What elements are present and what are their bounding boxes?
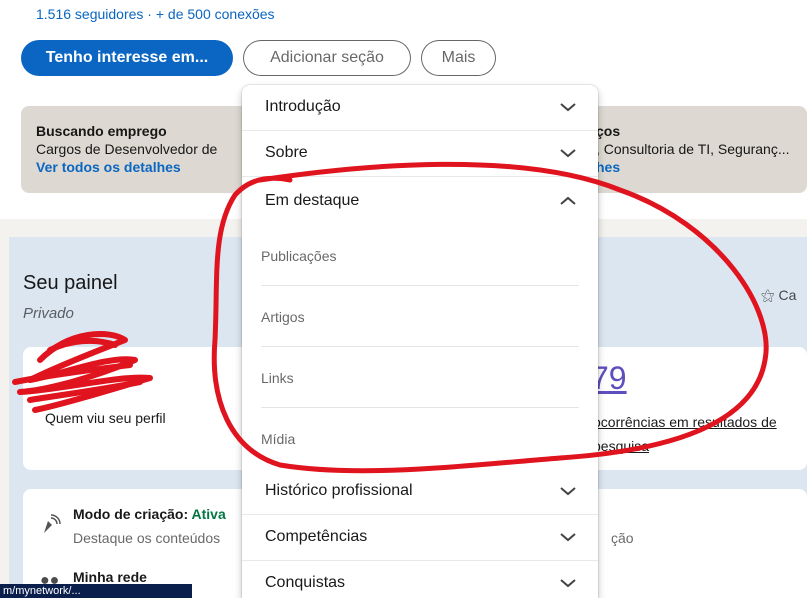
section-label: Introdução [265,98,341,115]
section-accomplishments[interactable]: Conquistas [242,561,598,598]
divider [261,346,579,347]
section-label: Conquistas [265,574,346,591]
creator-mode-right-text: ção [611,530,634,546]
chevron-up-icon [560,196,576,205]
services-box: ços , Consultoria de TI, Seguranç... hes [596,122,807,176]
more-button[interactable]: Mais [421,40,496,76]
open-to-button[interactable]: Tenho interesse em... [21,40,233,76]
section-label: Em destaque [265,192,360,209]
section-label: Sobre [265,144,308,161]
open-to-work-left: Buscando emprego Cargos de Desenvolvedor… [36,122,241,176]
creator-mode-description: Destaque os conteúdos [73,530,221,546]
open-to-work-title: Buscando emprego [36,123,167,139]
services-details-link[interactable]: hes [596,158,807,176]
featured-item-posts[interactable]: Publicações [242,248,598,309]
search-appearances-label[interactable]: ocorrências em resultados de pesquisa [593,410,777,458]
featured-item-articles[interactable]: Artigos [242,309,598,370]
section-introduction[interactable]: Introdução [242,85,598,131]
section-skills[interactable]: Competências [242,515,598,561]
featured-item-label: Publicações [261,248,337,264]
status-bar-url: m/mynetwork/... [0,584,192,598]
see-all-details-link[interactable]: Ver todos os detalhes [36,158,241,176]
add-section-dropdown: Introdução Sobre Em destaque Publicações… [242,85,598,598]
divider [261,285,579,286]
chevron-down-icon [560,533,576,542]
dashboard-title: Seu painel [23,272,118,294]
broadcast-icon [44,514,61,533]
services-description: , Consultoria de TI, Seguranç... [596,141,790,157]
open-to-work-description: Cargos de Desenvolvedor de [36,141,218,157]
my-network-link[interactable]: Minha rede [73,569,147,585]
featured-item-label: Artigos [261,309,305,325]
add-section-button[interactable]: Adicionar seção [243,40,411,76]
creator-tools-link[interactable]: ⚝ Ca [761,287,796,304]
chevron-down-icon [560,149,576,158]
search-appearances-line1: ocorrências em resultados de [593,414,777,430]
creator-mode-title[interactable]: Modo de criação: Ativa [73,506,226,522]
chevron-down-icon [560,487,576,496]
section-label: Competências [265,528,368,545]
creator-mode-label: Modo de criação: [73,506,189,522]
section-about[interactable]: Sobre [242,131,598,177]
search-appearances-line2: pesquisa [593,438,650,454]
featured-item-label: Mídia [261,431,296,447]
chevron-down-icon [560,579,576,588]
creator-mode-status: Ativa [191,506,226,522]
followers-count[interactable]: 1.516 seguidores · + de 500 conexões [36,6,275,22]
section-featured[interactable]: Em destaque [242,179,598,225]
divider [261,407,579,408]
section-label: Histórico profissional [265,482,413,499]
chevron-down-icon [560,103,576,112]
section-experience[interactable]: Histórico profissional [242,469,598,515]
services-title: ços [596,123,621,139]
featured-item-links[interactable]: Links [242,370,598,431]
star-icon: ⚝ [761,287,775,303]
featured-item-label: Links [261,370,294,386]
creator-tools-label: Ca [778,287,797,303]
redaction-scribble [12,331,153,413]
